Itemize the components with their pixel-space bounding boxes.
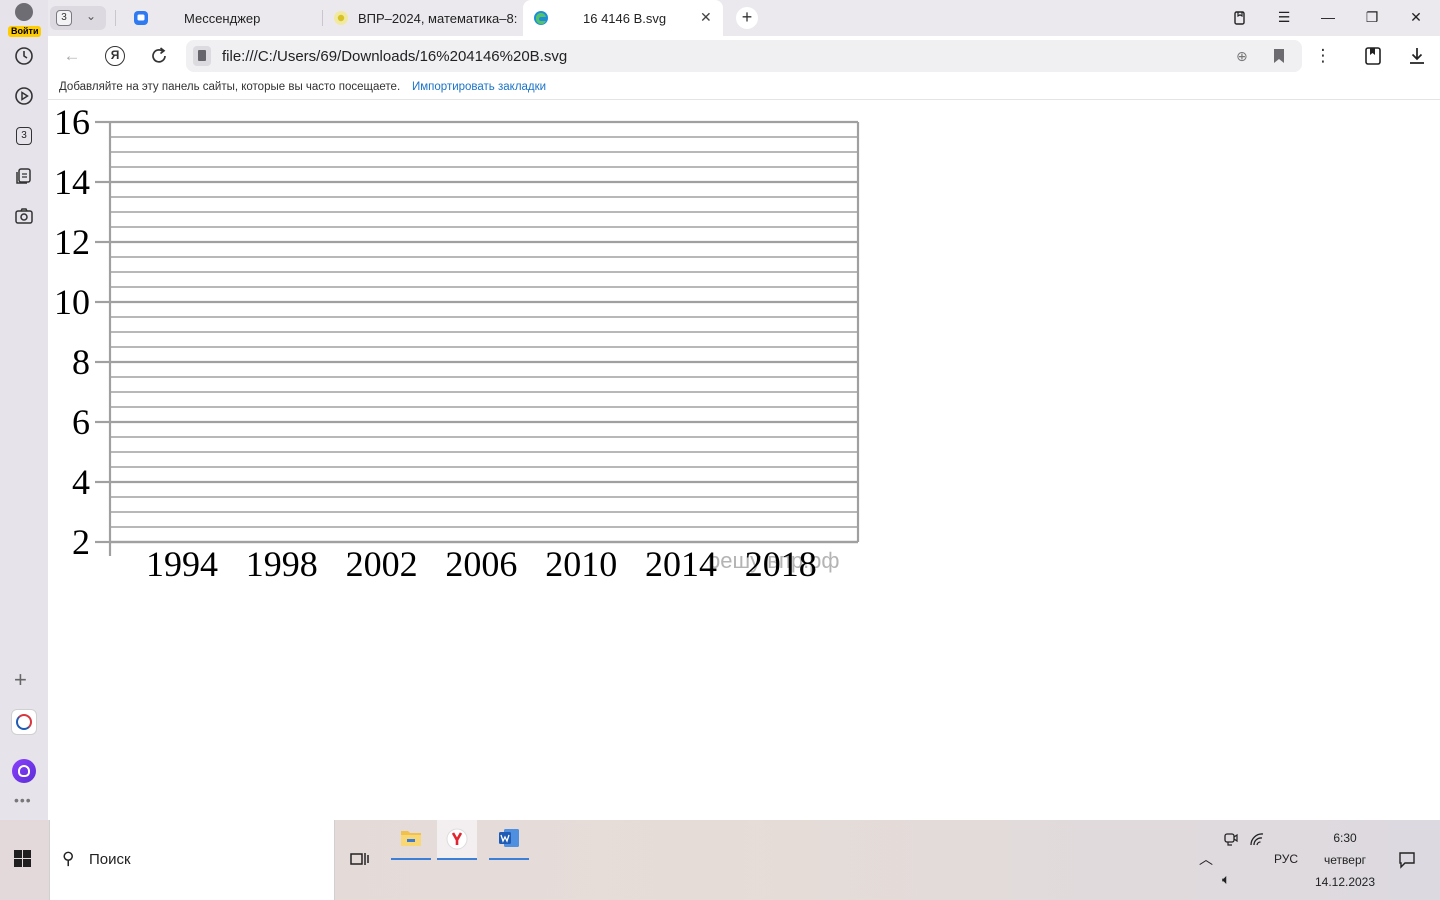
tab-divider xyxy=(115,10,116,26)
tab-label: Мессенджер xyxy=(184,11,261,26)
tab-vpr[interactable]: ВПР–2024, математика–8: xyxy=(324,0,520,36)
search-label: Поиск xyxy=(89,851,131,868)
zoom-icon[interactable]: ⊕ xyxy=(1236,48,1248,65)
tab-group-button[interactable]: 3 ⌄ xyxy=(50,6,106,30)
clock-weekday: четверг xyxy=(1324,853,1366,867)
add-panel-icon[interactable]: + xyxy=(14,668,27,692)
chart-svg: 246810121416решу впр.рф1994 1998 2002 2006 2… xyxy=(54,102,860,584)
login-label: Войти xyxy=(8,26,42,37)
messenger-icon xyxy=(134,11,148,25)
download-icon[interactable] xyxy=(1406,45,1428,67)
word-app[interactable] xyxy=(489,820,529,860)
tab-svg-file[interactable]: 16 4146 B.svg ✕ xyxy=(523,0,723,36)
restore-button[interactable]: ❐ xyxy=(1362,9,1382,26)
account-button[interactable]: Войти xyxy=(8,3,42,37)
notifications-icon[interactable] xyxy=(1398,851,1416,869)
alice-assistant-icon[interactable] xyxy=(12,759,36,783)
y-tick-label: 4 xyxy=(72,462,90,502)
meet-now-icon[interactable] xyxy=(1224,831,1238,847)
more-icon[interactable]: ••• xyxy=(14,792,32,808)
y-tick-label: 8 xyxy=(72,342,90,382)
tab-count-badge: 3 xyxy=(56,10,72,26)
close-window-button[interactable]: ✕ xyxy=(1406,9,1426,26)
y-tick-label: 10 xyxy=(54,282,90,322)
new-tab-button[interactable]: + xyxy=(736,7,758,29)
bookmark-icon[interactable] xyxy=(1272,48,1286,64)
x-tick-label: 2010 xyxy=(545,544,617,584)
user-avatar-icon xyxy=(15,3,33,21)
tabs-counter-badge: 3 xyxy=(16,127,32,145)
app-running-indicator xyxy=(437,858,477,860)
x-tick-label: 2014 xyxy=(645,544,717,584)
show-hidden-icons-icon[interactable]: ︿ xyxy=(1199,849,1213,869)
file-icon xyxy=(193,46,211,66)
x-tick-label: 1998 xyxy=(246,544,318,584)
clock-date: 14.12.2023 xyxy=(1314,875,1376,889)
title-bar: 3 ⌄ Мессенджер ВПР–2024, математика–8: 1… xyxy=(0,0,1440,36)
collections-icon[interactable] xyxy=(1230,10,1250,26)
notes-icon[interactable] xyxy=(12,164,36,188)
yandex-logo-icon: Я xyxy=(105,46,125,66)
close-icon[interactable]: ✕ xyxy=(700,9,712,26)
tabs-counter-button[interactable]: 3 xyxy=(12,124,36,148)
x-tick-label: 1994 xyxy=(146,544,218,584)
network-icon[interactable] xyxy=(1249,832,1265,846)
tab-divider xyxy=(322,10,323,26)
y-tick-label: 12 xyxy=(54,222,90,262)
file-explorer-app[interactable] xyxy=(391,820,431,860)
back-button[interactable]: ← xyxy=(61,46,83,68)
import-bookmarks-link[interactable]: Импортировать закладки xyxy=(412,81,546,93)
minimize-button[interactable]: — xyxy=(1318,9,1338,25)
more-options-icon[interactable]: ⋮ xyxy=(1312,46,1334,68)
clock-time: 6:30 xyxy=(1333,831,1357,845)
word-icon xyxy=(499,829,519,847)
navigation-toolbar: ← Я file:///C:/Users/69/Downloads/16%204… xyxy=(48,36,1440,76)
taskbar-search[interactable]: ⚲ Поиск xyxy=(49,820,335,900)
task-view-icon[interactable] xyxy=(350,850,370,868)
y-tick-label: 14 xyxy=(54,162,90,202)
bookmarks-hint: Добавляйте на эту панель сайты, которые … xyxy=(59,81,401,93)
y-tick-label: 16 xyxy=(54,102,90,142)
tab-label: ВПР–2024, математика–8: xyxy=(358,11,518,26)
search-icon: ⚲ xyxy=(62,849,75,868)
yandex-browser-icon xyxy=(446,828,468,850)
menu-icon[interactable]: ☰ xyxy=(1274,9,1294,26)
gosuslugi-icon[interactable] xyxy=(11,709,37,735)
address-bar[interactable]: file:///C:/Users/69/Downloads/16%204146%… xyxy=(186,40,1302,72)
address-url[interactable]: file:///C:/Users/69/Downloads/16%204146%… xyxy=(222,48,567,65)
bookmarks-panel-icon[interactable] xyxy=(1362,45,1384,67)
language-indicator[interactable]: РУС xyxy=(1274,852,1298,866)
reload-icon[interactable] xyxy=(148,45,170,67)
tab-label: 16 4146 B.svg xyxy=(583,11,667,26)
chevron-down-icon: ⌄ xyxy=(86,9,97,23)
app-running-indicator xyxy=(391,858,431,860)
history-clock-icon[interactable] xyxy=(12,44,36,68)
screenshot-camera-icon[interactable] xyxy=(12,204,36,228)
app-running-indicator xyxy=(489,858,529,860)
taskbar: ⚲ Поиск ︿ 🔈︎ РУС 6:30 четверг 14.12.2023 xyxy=(0,820,1440,900)
yandex-browser-app[interactable] xyxy=(437,820,477,860)
yandex-home-button[interactable]: Я xyxy=(105,46,127,68)
site-favicon-icon xyxy=(334,11,348,25)
x-tick-label: 2002 xyxy=(346,544,418,584)
tab-messenger[interactable]: Мессенджер xyxy=(120,0,320,36)
bookmarks-bar: Добавляйте на эту панель сайты, которые … xyxy=(48,76,1440,100)
y-tick-label: 2 xyxy=(72,522,90,562)
x-tick-label: 2018 xyxy=(745,544,817,584)
video-play-icon[interactable] xyxy=(12,84,36,108)
clock[interactable]: 6:30 четверг 14.12.2023 xyxy=(1310,820,1380,893)
windows-start-icon[interactable] xyxy=(14,850,32,868)
edge-icon xyxy=(534,11,548,25)
y-tick-label: 6 xyxy=(72,402,90,442)
volume-icon[interactable]: 🔈︎ xyxy=(1222,871,1230,888)
x-tick-label: 2006 xyxy=(445,544,517,584)
folder-icon xyxy=(401,831,421,846)
browser-sidebar: Войти 3 + ••• xyxy=(0,0,48,820)
page-content: 2 4 6 8 10 12 14 16 решу впр.рф 1994 1998 2002 2006 2… xyxy=(48,101,1440,820)
